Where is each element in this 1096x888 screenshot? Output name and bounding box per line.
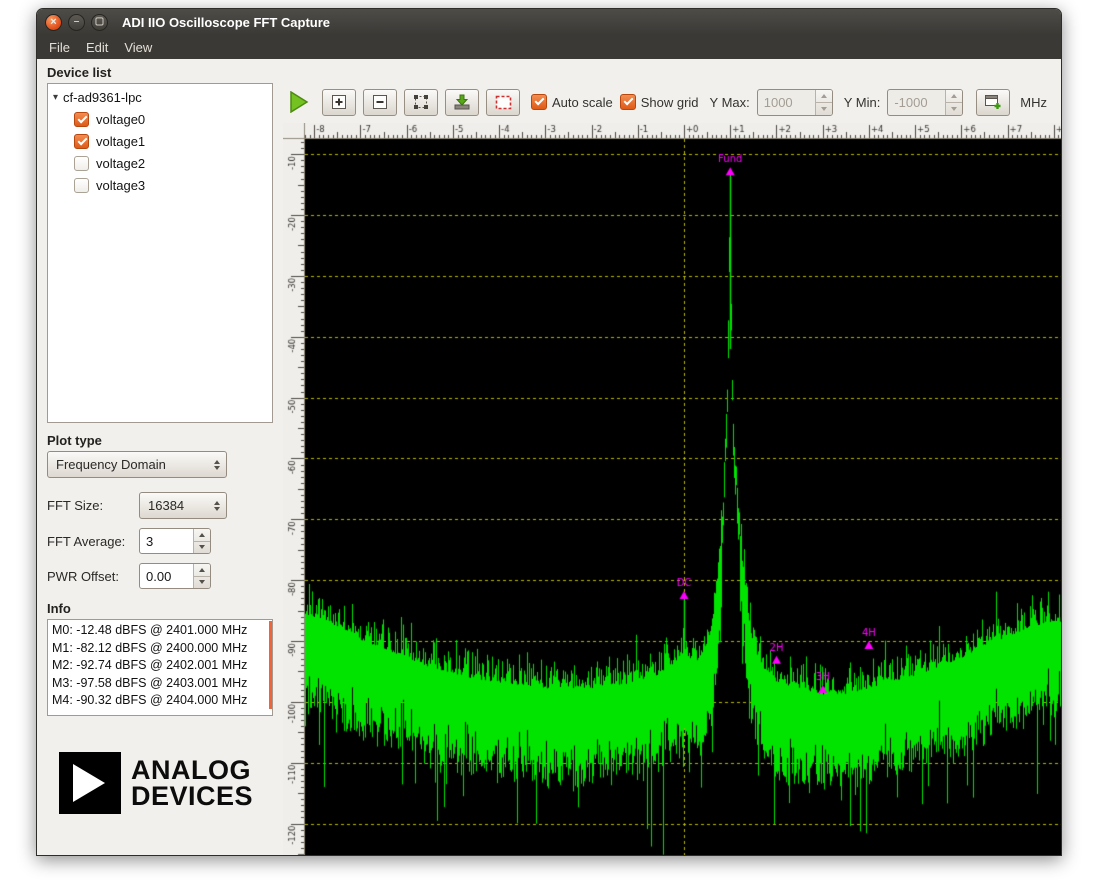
spin-down-icon[interactable] xyxy=(946,102,962,115)
fft-plot-canvas[interactable] xyxy=(283,123,1062,856)
window-title: ADI IIO Oscilloscope FFT Capture xyxy=(122,15,330,30)
autoscale-control[interactable]: Auto scale xyxy=(531,94,613,110)
spin-down-icon[interactable] xyxy=(194,576,210,589)
minimize-button[interactable]: – xyxy=(68,14,85,31)
maximize-icon: ▢ xyxy=(95,17,104,27)
adi-logo: ANALOG DEVICES xyxy=(59,752,273,814)
save-image-icon xyxy=(453,94,471,110)
marker-info-line: M0: -12.48 dBFS @ 2401.000 MHz xyxy=(52,622,268,640)
spin-up-icon[interactable] xyxy=(194,529,210,541)
save-plot-image-button[interactable] xyxy=(445,89,479,116)
app-window: × – ▢ ADI IIO Oscilloscope FFT Capture F… xyxy=(36,8,1062,856)
showgrid-checkbox[interactable] xyxy=(620,94,636,110)
fft-size-combo[interactable]: 16384 xyxy=(139,492,227,519)
channel-checkbox[interactable] xyxy=(74,156,89,171)
zoom-out-icon xyxy=(372,94,388,110)
spin-down-icon[interactable] xyxy=(194,541,210,554)
zoom-in-icon xyxy=(331,94,347,110)
adi-logo-mark xyxy=(59,752,121,814)
menubar: File Edit View xyxy=(37,35,1061,59)
fullscreen-icon xyxy=(495,95,512,110)
autoscale-checkbox[interactable] xyxy=(531,94,547,110)
titlebar[interactable]: × – ▢ ADI IIO Oscilloscope FFT Capture xyxy=(37,9,1061,35)
sidebar: Device list ▾ cf-ad9361-lpc voltage0 vol… xyxy=(37,59,283,855)
ymin-value: -1000 xyxy=(888,90,945,115)
showgrid-label: Show grid xyxy=(641,95,699,110)
fft-average-value: 3 xyxy=(140,529,193,553)
marker-info-line: M3: -97.58 dBFS @ 2403.001 MHz xyxy=(52,675,268,693)
channel-row-voltage2[interactable]: voltage2 xyxy=(48,152,272,174)
fft-average-spin[interactable]: 3 xyxy=(139,528,211,554)
device-list-tree[interactable]: ▾ cf-ad9361-lpc voltage0 voltage1 voltag… xyxy=(47,83,273,423)
zoom-fit-button[interactable] xyxy=(404,89,438,116)
device-row[interactable]: ▾ cf-ad9361-lpc xyxy=(48,86,272,108)
close-button[interactable]: × xyxy=(45,14,62,31)
fft-size-value: 16384 xyxy=(148,498,184,513)
channel-label: voltage2 xyxy=(96,156,145,171)
menu-file[interactable]: File xyxy=(41,37,78,58)
plot-type-title: Plot type xyxy=(47,433,273,448)
ymin-label: Y Min: xyxy=(844,95,881,110)
ymin-spin[interactable]: -1000 xyxy=(887,89,963,116)
adi-logo-text-line1: ANALOG xyxy=(131,757,253,783)
menu-edit[interactable]: Edit xyxy=(78,37,116,58)
plot-type-value: Frequency Domain xyxy=(56,457,166,472)
plot-type-combo[interactable]: Frequency Domain xyxy=(47,451,227,478)
maximize-button[interactable]: ▢ xyxy=(91,14,108,31)
frequency-unit-label: MHz xyxy=(1020,95,1051,110)
marker-info-box: M0: -12.48 dBFS @ 2401.000 MHz M1: -82.1… xyxy=(47,619,273,716)
info-title: Info xyxy=(47,601,273,616)
plot-area xyxy=(283,123,1061,856)
channel-label: voltage3 xyxy=(96,178,145,193)
channel-row-voltage1[interactable]: voltage1 xyxy=(48,130,272,152)
zoom-out-button[interactable] xyxy=(363,89,397,116)
spin-up-icon[interactable] xyxy=(946,90,962,102)
info-scroll-accent xyxy=(269,621,272,709)
channel-row-voltage0[interactable]: voltage0 xyxy=(48,108,272,130)
device-list-title: Device list xyxy=(47,65,273,80)
channel-checkbox[interactable] xyxy=(74,112,89,127)
fullscreen-button[interactable] xyxy=(486,89,520,116)
zoom-in-button[interactable] xyxy=(322,89,356,116)
device-name: cf-ad9361-lpc xyxy=(63,90,142,105)
capture-start-button[interactable] xyxy=(287,89,311,115)
close-icon: × xyxy=(50,17,56,28)
zoom-fit-icon xyxy=(413,94,429,110)
channel-checkbox[interactable] xyxy=(74,178,89,193)
showgrid-control[interactable]: Show grid xyxy=(620,94,699,110)
channel-label: voltage1 xyxy=(96,134,145,149)
channel-row-voltage3[interactable]: voltage3 xyxy=(48,174,272,196)
plot-toolbar: Auto scale Show grid Y Max: 1000 Y Min: … xyxy=(283,87,1061,117)
fft-size-label: FFT Size: xyxy=(47,498,139,513)
minimize-icon: – xyxy=(74,17,80,27)
new-plot-icon xyxy=(984,94,1002,110)
pwr-offset-spin[interactable]: 0.00 xyxy=(139,563,211,589)
marker-info-line: M4: -90.32 dBFS @ 2404.000 MHz xyxy=(52,692,268,710)
ymax-value: 1000 xyxy=(758,90,815,115)
new-plot-button[interactable] xyxy=(976,89,1010,116)
spin-up-icon[interactable] xyxy=(194,564,210,576)
marker-info-line: M2: -92.74 dBFS @ 2402.001 MHz xyxy=(52,657,268,675)
channel-label: voltage0 xyxy=(96,112,145,127)
combo-arrows-icon xyxy=(214,501,220,511)
spin-up-icon[interactable] xyxy=(816,90,832,102)
fft-average-label: FFT Average: xyxy=(47,534,139,549)
play-icon xyxy=(289,91,309,113)
combo-arrows-icon xyxy=(214,460,220,470)
autoscale-label: Auto scale xyxy=(552,95,613,110)
marker-info-line: M1: -82.12 dBFS @ 2400.000 MHz xyxy=(52,640,268,658)
ymax-label: Y Max: xyxy=(710,95,750,110)
expander-icon[interactable]: ▾ xyxy=(53,92,58,103)
ymax-spin[interactable]: 1000 xyxy=(757,89,833,116)
pwr-offset-value: 0.00 xyxy=(140,564,193,588)
spin-down-icon[interactable] xyxy=(816,102,832,115)
menu-view[interactable]: View xyxy=(116,37,160,58)
channel-checkbox[interactable] xyxy=(74,134,89,149)
pwr-offset-label: PWR Offset: xyxy=(47,569,139,584)
adi-logo-text-line2: DEVICES xyxy=(131,783,253,809)
